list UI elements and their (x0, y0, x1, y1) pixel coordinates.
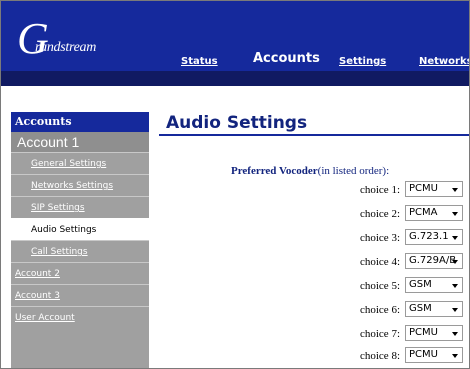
vocoder-select-5[interactable]: GSM (405, 277, 463, 293)
vocoder-select-value: GSM (409, 279, 432, 290)
sidebar-item-call-settings[interactable]: Call Settings (11, 240, 149, 262)
grandstream-logo: G randstream (17, 17, 107, 61)
nav-accounts[interactable]: Accounts (253, 51, 320, 66)
sidebar: Accounts Account 1 General Settings Netw… (11, 112, 149, 368)
vocoder-select-8[interactable]: PCMU (405, 347, 463, 363)
sidebar-item-sip-settings[interactable]: SIP Settings (11, 196, 149, 218)
header-bar: G randstream Status Accounts Settings Ne… (1, 1, 469, 86)
vocoder-label: Preferred Vocoder(in listed order): (231, 165, 389, 177)
vocoder-choice-label: choice 5: (359, 280, 400, 292)
sidebar-item-general-settings[interactable]: General Settings (11, 152, 149, 174)
vocoder-row-7: choice 7: PCMU (301, 325, 469, 343)
title-divider (159, 134, 469, 136)
vocoder-choice-label: choice 7: (359, 328, 400, 340)
vocoder-select-value: GSM (409, 303, 432, 314)
vocoder-choice-label: choice 3: (359, 232, 400, 244)
dropdown-arrow-icon (452, 332, 458, 336)
dropdown-arrow-icon (452, 236, 458, 240)
vocoder-select-value: G.723.1 (409, 231, 449, 242)
page-title: Audio Settings (166, 113, 308, 133)
dropdown-arrow-icon (452, 260, 458, 264)
vocoder-row-5: choice 5: GSM (301, 277, 469, 295)
dropdown-arrow-icon (452, 284, 458, 288)
vocoder-choice-label: choice 8: (359, 350, 400, 362)
vocoder-select-value: PCMA (409, 207, 438, 218)
vocoder-choice-label: choice 6: (359, 304, 400, 316)
vocoder-row-8: choice 8: PCMU (301, 347, 469, 365)
vocoder-row-6: choice 6: GSM (301, 301, 469, 319)
vocoder-label-rest: (in listed order): (317, 165, 390, 177)
sidebar-title: Accounts (11, 112, 149, 132)
sidebar-item-user-account[interactable]: User Account (11, 306, 149, 328)
vocoder-select-4[interactable]: G.729A/B (405, 253, 463, 269)
vocoder-choice-label: choice 2: (359, 208, 400, 220)
vocoder-row-2: choice 2: PCMA (301, 205, 469, 223)
vocoder-row-1: choice 1: PCMU (301, 181, 469, 199)
nav-settings[interactable]: Settings (339, 56, 386, 67)
dropdown-arrow-icon (452, 308, 458, 312)
nav-status[interactable]: Status (181, 56, 218, 67)
browser-frame: G randstream Status Accounts Settings Ne… (0, 0, 470, 369)
sidebar-item-networks-settings[interactable]: Networks Settings (11, 174, 149, 196)
vocoder-row-3: choice 3: G.723.1 (301, 229, 469, 247)
sidebar-item-account-2[interactable]: Account 2 (11, 262, 149, 284)
sidebar-item-account-3[interactable]: Account 3 (11, 284, 149, 306)
vocoder-select-value: PCMU (409, 327, 438, 338)
logo-text: randstream (35, 40, 97, 55)
dropdown-arrow-icon (452, 212, 458, 216)
vocoder-select-1[interactable]: PCMU (405, 181, 463, 197)
vocoder-select-value: G.729A/B (409, 255, 457, 266)
dropdown-arrow-icon (452, 188, 458, 192)
vocoder-select-6[interactable]: GSM (405, 301, 463, 317)
sidebar-account-heading: Account 1 (11, 132, 149, 152)
vocoder-select-value: PCMU (409, 183, 438, 194)
vocoder-label-bold: Preferred Vocoder (231, 165, 318, 177)
vocoder-select-value: PCMU (409, 349, 438, 360)
vocoder-select-3[interactable]: G.723.1 (405, 229, 463, 245)
vocoder-choice-label: choice 1: (359, 184, 400, 196)
vocoder-select-7[interactable]: PCMU (405, 325, 463, 341)
header-band (1, 71, 469, 86)
vocoder-choice-label: choice 4: (359, 256, 400, 268)
vocoder-select-2[interactable]: PCMA (405, 205, 463, 221)
dropdown-arrow-icon (452, 354, 458, 358)
vocoder-row-4: choice 4: G.729A/B (301, 253, 469, 271)
nav-networks[interactable]: Networks (419, 56, 469, 67)
sidebar-item-audio-settings[interactable]: Audio Settings (11, 218, 149, 240)
